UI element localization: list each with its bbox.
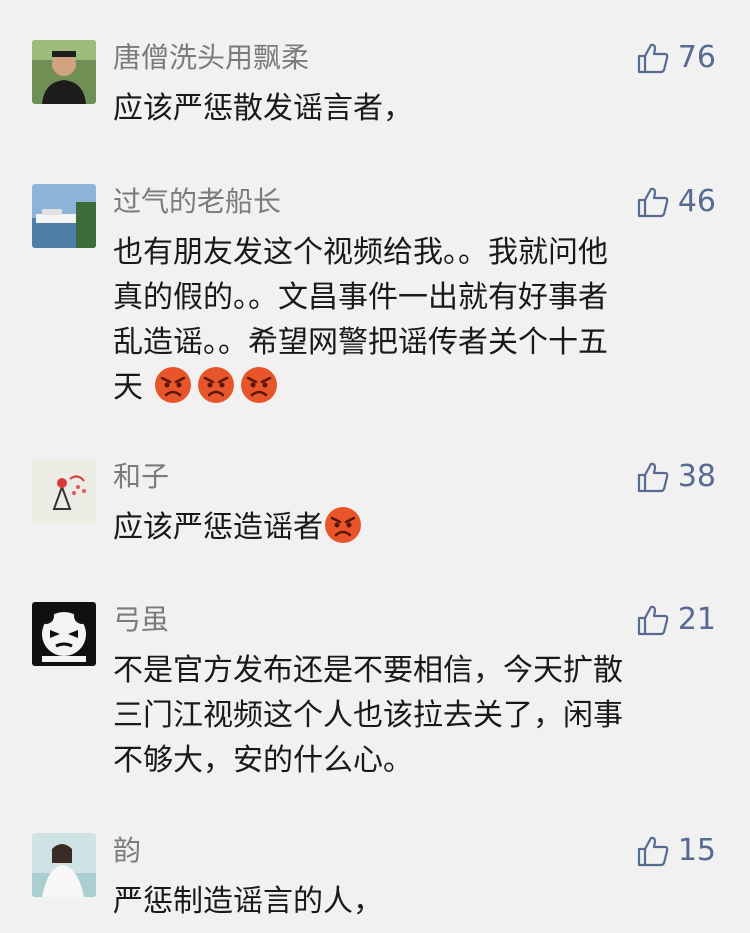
- comment-text-content: 不是官方发布还是不要相信，今天扩散 三门江视频这个人也该拉去关了，闲事 不够大，…: [113, 653, 623, 778]
- avatar[interactable]: [32, 184, 96, 248]
- thumbs-up-icon: [637, 462, 669, 493]
- like-button[interactable]: 46: [636, 180, 716, 224]
- avatar[interactable]: [32, 602, 96, 666]
- comment-text: 也有朋友发这个视频给我。。我就问他 真的假的。。文昌事件一出就有好事者 乱造谣。…: [113, 230, 703, 410]
- like-button[interactable]: 76: [636, 36, 716, 80]
- angry-face-icon: [196, 365, 236, 405]
- username[interactable]: 和子: [113, 457, 169, 497]
- avatar[interactable]: [32, 833, 96, 897]
- avatar[interactable]: [32, 459, 96, 523]
- like-button[interactable]: 38: [636, 455, 716, 499]
- thumbs-up-icon: [637, 43, 669, 74]
- comment-text: 严惩制造谣言的人，: [113, 879, 703, 924]
- avatar[interactable]: [32, 40, 96, 104]
- username[interactable]: 弓虽: [113, 600, 169, 640]
- like-count: 15: [677, 833, 716, 868]
- comment-text-content: 严惩制造谣言的人，: [113, 884, 383, 919]
- comment-text: 不是官方发布还是不要相信，今天扩散 三门江视频这个人也该拉去关了，闲事 不够大，…: [113, 648, 703, 783]
- thumbs-up-icon: [637, 187, 669, 218]
- username[interactable]: 过气的老船长: [113, 182, 281, 222]
- like-button[interactable]: 15: [636, 829, 716, 873]
- angry-face-icon: [153, 365, 193, 405]
- comment-text-content: 应该严惩造谣者: [113, 510, 323, 545]
- like-count: 38: [677, 459, 716, 494]
- comment-text-content: 应该严惩散发谣言者，: [113, 91, 413, 126]
- username[interactable]: 韵: [113, 831, 141, 871]
- like-count: 21: [677, 602, 716, 637]
- angry-face-icon: [239, 365, 279, 405]
- like-button[interactable]: 21: [636, 598, 716, 642]
- thumbs-up-icon: [637, 605, 669, 636]
- comment-text: 应该严惩造谣者: [113, 505, 703, 550]
- angry-face-icon: [323, 505, 363, 545]
- comment-text: 应该严惩散发谣言者，: [113, 86, 703, 131]
- like-count: 76: [677, 40, 716, 75]
- like-count: 46: [677, 184, 716, 219]
- thumbs-up-icon: [637, 836, 669, 867]
- username[interactable]: 唐僧洗头用飘柔: [113, 38, 309, 78]
